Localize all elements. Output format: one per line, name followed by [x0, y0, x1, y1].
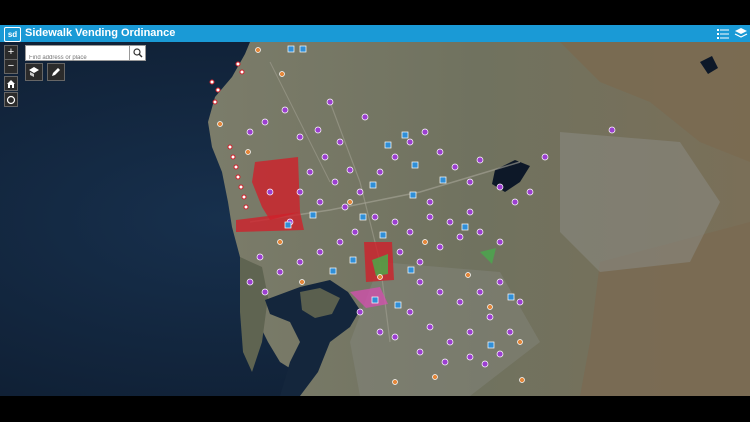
poi-blue-group — [284, 45, 515, 349]
poi-purple-group — [246, 98, 616, 368]
search-icon — [133, 48, 143, 58]
list-icon[interactable] — [716, 27, 730, 40]
app-header: sd Sidewalk Vending Ordinance — [0, 25, 750, 42]
locate-icon — [6, 95, 16, 105]
search-input[interactable] — [26, 51, 130, 65]
search-button[interactable] — [129, 45, 146, 61]
home-icon — [7, 80, 15, 88]
pencil-icon — [52, 68, 60, 76]
poi-layer[interactable] — [0, 42, 750, 396]
map-view[interactable]: + − — [0, 42, 750, 396]
app-title: Sidewalk Vending Ordinance — [25, 27, 176, 39]
zoom-out-button[interactable]: − — [4, 59, 18, 74]
poi-orange-group — [217, 47, 525, 385]
basemap-gallery-icon — [29, 67, 39, 77]
locate-button[interactable] — [4, 92, 18, 107]
zoom-in-button[interactable]: + — [4, 45, 18, 60]
draw-button[interactable] — [47, 63, 65, 81]
screen-frame: sd Sidewalk Vending Ordinance + − Find a… — [0, 0, 750, 422]
basemap-button[interactable] — [25, 63, 43, 81]
search-box — [25, 45, 130, 65]
layers-icon[interactable] — [734, 27, 748, 40]
home-button[interactable] — [4, 76, 18, 91]
city-logo: sd — [4, 27, 21, 42]
